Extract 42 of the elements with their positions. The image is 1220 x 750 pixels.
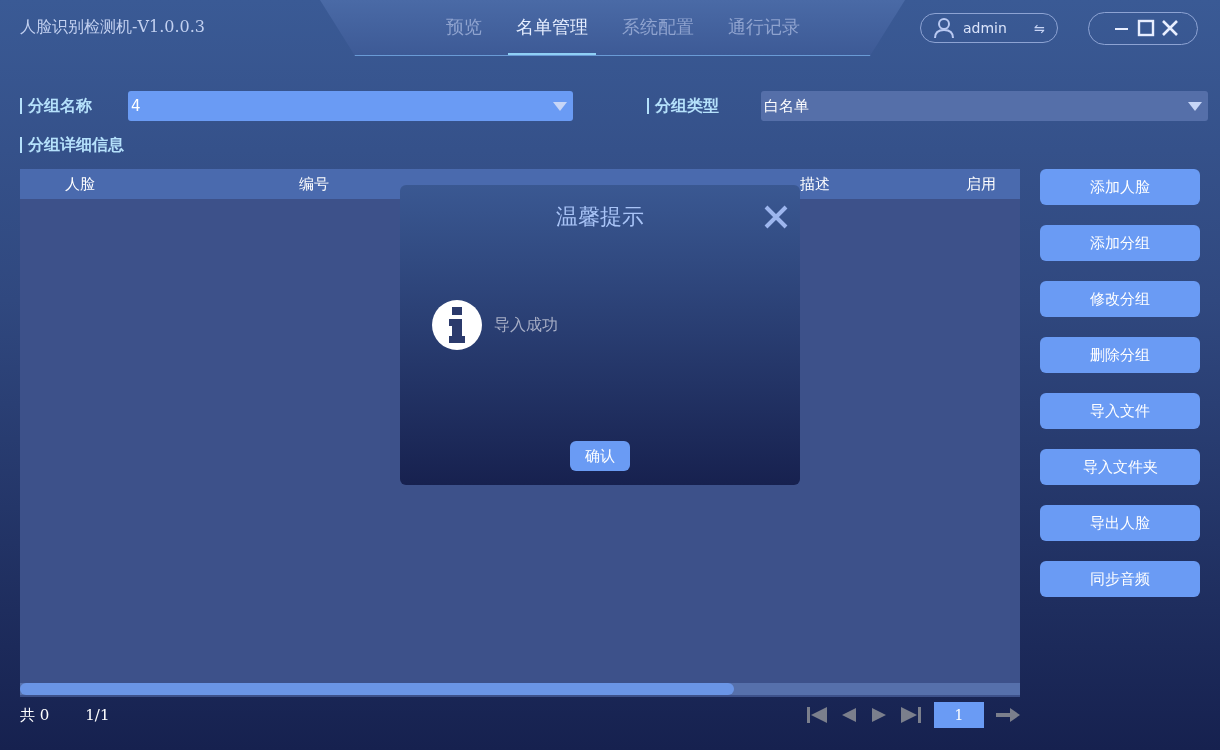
close-icon[interactable] bbox=[763, 204, 789, 230]
scroll-thumb[interactable] bbox=[20, 683, 734, 695]
column-header: 启用 bbox=[965, 174, 997, 194]
action-button[interactable]: 导出人脸 bbox=[1040, 505, 1200, 541]
user-name: admin bbox=[963, 20, 1008, 36]
section-label: 分组详细信息 bbox=[20, 137, 124, 153]
go-arrow-icon[interactable] bbox=[996, 708, 1020, 722]
action-button[interactable]: 修改分组 bbox=[1040, 281, 1200, 317]
window-title: 人脸识别检测机-V1.0.0.3 bbox=[20, 16, 206, 38]
column-header: 编号 bbox=[298, 174, 330, 194]
previous-page-icon[interactable] bbox=[840, 705, 858, 725]
column-header: 人脸 bbox=[64, 174, 96, 194]
maximize-icon[interactable] bbox=[1137, 19, 1155, 37]
tab[interactable]: 通行记录 bbox=[719, 0, 808, 55]
first-page-icon[interactable] bbox=[806, 705, 828, 725]
page-count: 1/1 bbox=[85, 706, 110, 724]
info-icon bbox=[432, 300, 482, 350]
action-button[interactable]: 导入文件夹 bbox=[1040, 449, 1200, 485]
switch-user-icon[interactable]: ⇋ bbox=[1034, 20, 1045, 36]
caret-icon bbox=[1188, 101, 1202, 111]
action-button[interactable]: 添加分组 bbox=[1040, 225, 1200, 261]
tab[interactable]: 预览 bbox=[437, 0, 490, 55]
next-page-icon[interactable] bbox=[870, 705, 888, 725]
tab[interactable]: 名单管理 bbox=[507, 0, 596, 55]
field-label: 分组类型 bbox=[647, 98, 755, 114]
horizontal-scrollbar[interactable] bbox=[20, 683, 1020, 695]
page-field[interactable]: 1 bbox=[934, 702, 984, 728]
dialog-message: 导入成功 bbox=[494, 314, 558, 336]
group-dropdown[interactable]: 白名单 bbox=[761, 91, 1208, 121]
dialog-title: 温馨提示 bbox=[556, 203, 644, 231]
tab[interactable]: 系统配置 bbox=[613, 0, 702, 55]
action-button[interactable]: 删除分组 bbox=[1040, 337, 1200, 373]
group-dropdown[interactable]: 4 bbox=[128, 91, 573, 121]
last-page-icon[interactable] bbox=[900, 705, 922, 725]
action-button[interactable]: 导入文件 bbox=[1040, 393, 1200, 429]
user-icon bbox=[933, 17, 955, 39]
action-button[interactable]: 添加人脸 bbox=[1040, 169, 1200, 205]
total-count: 共 0 bbox=[20, 705, 50, 725]
confirm-button[interactable]: 确认 bbox=[570, 441, 630, 471]
column-header: 描述 bbox=[799, 174, 831, 194]
action-button[interactable]: 同步音频 bbox=[1040, 561, 1200, 597]
caret-icon bbox=[553, 101, 567, 111]
